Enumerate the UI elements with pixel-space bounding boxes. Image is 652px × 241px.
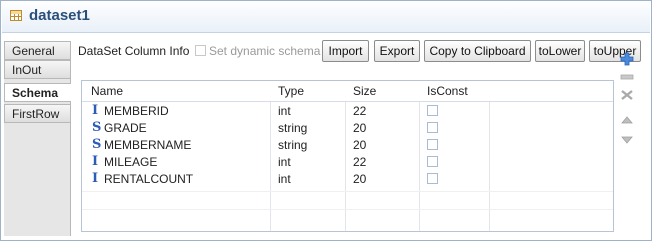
isconst-checkbox[interactable] (427, 122, 438, 133)
dataset-editor-window: dataset1 General InOut Schema FirstRow D… (0, 0, 652, 241)
tab-firstrow[interactable]: FirstRow (4, 104, 70, 123)
isconst-checkbox[interactable] (427, 139, 438, 150)
title-bar: dataset1 (2, 2, 650, 33)
table-row[interactable]: I MEMBERID int 22 (82, 102, 613, 119)
copy-to-clipboard-button[interactable]: Copy to Clipboard (424, 40, 531, 62)
isconst-checkbox[interactable] (427, 156, 438, 167)
tab-schema[interactable]: Schema (4, 83, 71, 102)
dynamic-schema-checkbox[interactable] (195, 45, 206, 56)
row-separator (82, 191, 613, 192)
tab-general[interactable]: General (4, 41, 70, 60)
isconst-checkbox[interactable] (427, 173, 438, 184)
column-type[interactable]: int (278, 155, 291, 169)
tolower-button[interactable]: toLower (535, 40, 585, 62)
integer-type-icon: I (92, 171, 99, 186)
move-up-icon[interactable] (620, 114, 634, 126)
row-separator (82, 209, 613, 210)
string-type-icon: S (92, 120, 102, 135)
integer-type-icon: I (92, 154, 99, 169)
side-tab-bar: General InOut Schema FirstRow (4, 41, 71, 236)
column-size[interactable]: 22 (353, 155, 366, 169)
column-size[interactable]: 20 (353, 138, 366, 152)
column-size[interactable]: 20 (353, 121, 366, 135)
header-isconst[interactable]: IsConst (427, 84, 468, 98)
schema-panel: DataSet Column Info Set dynamic schema I… (71, 34, 647, 236)
table-row[interactable]: I MILEAGE int 22 (82, 153, 613, 170)
import-button[interactable]: Import (322, 40, 369, 62)
column-name[interactable]: MILEAGE (104, 155, 157, 169)
table-row[interactable]: S GRADE string 20 (82, 119, 613, 136)
dynamic-schema-label: Set dynamic schema (209, 44, 321, 58)
table-row[interactable]: S MEMBERNAME string 20 (82, 136, 613, 153)
column-size[interactable]: 22 (353, 104, 366, 118)
string-type-icon: S (92, 137, 102, 152)
integer-type-icon: I (92, 103, 99, 118)
delete-all-icon[interactable] (620, 89, 634, 101)
add-row-icon[interactable] (620, 52, 634, 66)
header-size[interactable]: Size (353, 84, 376, 98)
header-name[interactable]: Name (91, 84, 123, 98)
tab-inout[interactable]: InOut (4, 60, 70, 79)
column-grid: Name Type Size IsConst I MEMBERID int 22… (81, 80, 614, 232)
header-type[interactable]: Type (278, 84, 304, 98)
column-name[interactable]: RENTALCOUNT (104, 172, 193, 186)
isconst-checkbox[interactable] (427, 105, 438, 116)
column-type[interactable]: int (278, 104, 291, 118)
move-down-icon[interactable] (620, 134, 634, 146)
window-title: dataset1 (29, 7, 90, 24)
column-name[interactable]: GRADE (104, 121, 147, 135)
column-type[interactable]: string (278, 138, 307, 152)
dataset-table-icon (10, 10, 22, 21)
export-button[interactable]: Export (374, 40, 420, 62)
column-name[interactable]: MEMBERID (104, 104, 169, 118)
column-size[interactable]: 20 (353, 172, 366, 186)
grid-header: Name Type Size IsConst (82, 81, 613, 102)
column-type[interactable]: int (278, 172, 291, 186)
remove-row-icon[interactable] (620, 71, 634, 83)
column-name[interactable]: MEMBERNAME (104, 138, 191, 152)
column-type[interactable]: string (278, 121, 307, 135)
table-row[interactable]: I RENTALCOUNT int 20 (82, 170, 613, 187)
dataset-column-info-label: DataSet Column Info (78, 44, 190, 58)
